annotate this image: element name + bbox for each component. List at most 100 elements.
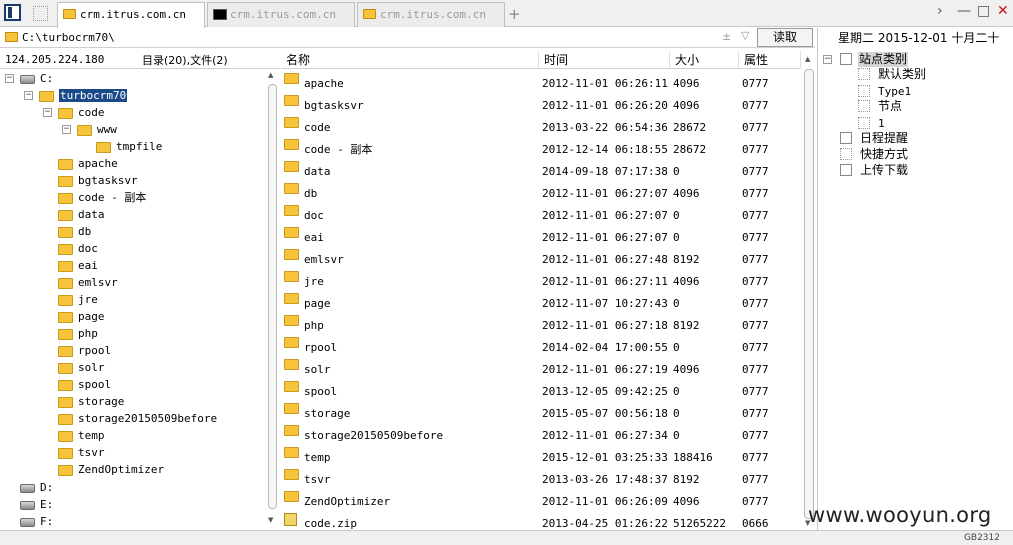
tree-item[interactable]: tsvr bbox=[58, 445, 105, 461]
tree-item[interactable]: emlsvr bbox=[58, 275, 118, 291]
file-row[interactable]: rpool 2014-02-04 17:00:55 0 0777 bbox=[281, 337, 801, 359]
tree-item[interactable]: rpool bbox=[58, 343, 111, 359]
tree-item[interactable]: storage bbox=[58, 394, 124, 410]
folder-icon bbox=[58, 430, 73, 442]
file-name: code - 副本 bbox=[304, 143, 373, 156]
file-row[interactable]: doc 2012-11-01 06:27:07 0 0777 bbox=[281, 205, 801, 227]
tree-label: code bbox=[78, 106, 105, 119]
column-size-header[interactable]: 大小 bbox=[670, 51, 739, 69]
tree-item[interactable]: code - 副本 bbox=[58, 190, 146, 206]
file-row[interactable]: storage 2015-05-07 00:56:18 0 0777 bbox=[281, 403, 801, 425]
folder-icon bbox=[284, 403, 299, 414]
tree-item[interactable]: db bbox=[58, 224, 91, 240]
scroll-thumb[interactable] bbox=[804, 69, 814, 519]
collapse-icon[interactable]: − bbox=[62, 125, 71, 134]
tab-scroll-right-icon[interactable]: › bbox=[937, 3, 943, 19]
column-time-header[interactable]: 时间 bbox=[539, 51, 670, 69]
file-row[interactable]: emlsvr 2012-11-01 06:27:48 8192 0777 bbox=[281, 249, 801, 271]
tree-item[interactable]: ZendOptimizer bbox=[58, 462, 164, 478]
scroll-up-icon[interactable]: ▲ bbox=[268, 71, 273, 79]
file-row[interactable]: jre 2012-11-01 06:27:11 4096 0777 bbox=[281, 271, 801, 293]
folder-icon bbox=[363, 9, 376, 19]
file-row[interactable]: db 2012-11-01 06:27:07 4096 0777 bbox=[281, 183, 801, 205]
file-size: 4096 bbox=[673, 99, 700, 112]
tree-item[interactable]: doc bbox=[58, 241, 98, 257]
file-row[interactable]: code - 副本 2012-12-14 06:18:55 28672 0777 bbox=[281, 139, 801, 161]
path-history-dropdown[interactable]: ▽ bbox=[741, 29, 749, 42]
tree-item[interactable]: eai bbox=[58, 258, 98, 274]
file-row[interactable]: solr 2012-11-01 06:27:19 4096 0777 bbox=[281, 359, 801, 381]
tree-scrollbar[interactable]: ▲ ▼ bbox=[267, 70, 278, 530]
file-row[interactable]: temp 2015-12-01 03:25:33 188416 0777 bbox=[281, 447, 801, 469]
file-time: 2013-04-25 01:26:22 bbox=[542, 517, 668, 530]
collapse-icon[interactable]: − bbox=[823, 55, 832, 64]
folder-icon bbox=[58, 413, 73, 425]
tree-item-tmpfile[interactable]: tmpfile bbox=[96, 139, 162, 155]
collapse-icon[interactable]: − bbox=[5, 74, 14, 83]
file-list-header: 名称 时间 大小 属性 bbox=[281, 49, 801, 69]
folder-icon bbox=[284, 73, 299, 84]
tab-site-terminal[interactable]: crm.itrus.com.cn bbox=[207, 2, 355, 27]
tab-site-files[interactable]: crm.itrus.com.cn bbox=[57, 2, 205, 28]
tree-drive[interactable]: D: bbox=[20, 480, 53, 496]
file-row[interactable]: spool 2013-12-05 09:42:25 0 0777 bbox=[281, 381, 801, 403]
file-size: 8192 bbox=[673, 473, 700, 486]
tab-site-files-2[interactable]: crm.itrus.com.cn bbox=[357, 2, 505, 27]
tree-item[interactable]: bgtasksvr bbox=[58, 173, 138, 189]
list-scrollbar[interactable]: ▲ ▼ bbox=[803, 49, 815, 530]
tab-label: crm.itrus.com.cn bbox=[80, 8, 186, 21]
file-row[interactable]: storage20150509before 2012-11-01 06:27:34… bbox=[281, 425, 801, 447]
file-time: 2012-12-14 06:18:55 bbox=[542, 143, 668, 156]
file-row[interactable]: eai 2012-11-01 06:27:07 0 0777 bbox=[281, 227, 801, 249]
category-icon bbox=[858, 100, 870, 112]
file-row[interactable]: code.zip 2013-04-25 01:26:22 51265222 0666 bbox=[281, 513, 801, 530]
file-name: ZendOptimizer bbox=[304, 495, 391, 508]
tree-drive[interactable]: E: bbox=[20, 497, 53, 513]
file-row[interactable]: php 2012-11-01 06:27:18 8192 0777 bbox=[281, 315, 801, 337]
collapse-icon[interactable]: − bbox=[24, 91, 33, 100]
tree-item[interactable]: page bbox=[58, 309, 105, 325]
favorite-icon[interactable]: ± bbox=[722, 30, 731, 43]
file-row[interactable]: tsvr 2013-03-26 17:48:37 8192 0777 bbox=[281, 469, 801, 491]
scroll-down-icon[interactable]: ▼ bbox=[268, 516, 273, 524]
file-attr: 0777 bbox=[742, 341, 769, 354]
scroll-thumb[interactable] bbox=[268, 84, 277, 509]
tree-item[interactable]: php bbox=[58, 326, 98, 342]
maximize-button[interactable]: □ bbox=[977, 3, 990, 19]
file-row[interactable]: code 2013-03-22 06:54:36 28672 0777 bbox=[281, 117, 801, 139]
folder-icon bbox=[58, 260, 73, 272]
minimize-button[interactable]: — bbox=[957, 3, 971, 19]
file-attr: 0777 bbox=[742, 187, 769, 200]
tree-item[interactable]: jre bbox=[58, 292, 98, 308]
tree-item[interactable]: solr bbox=[58, 360, 105, 376]
column-name-header[interactable]: 名称 bbox=[281, 51, 539, 69]
tree-item[interactable]: storage20150509before bbox=[58, 411, 217, 427]
file-attr: 0777 bbox=[742, 363, 769, 376]
file-row[interactable]: apache 2012-11-01 06:26:11 4096 0777 bbox=[281, 73, 801, 95]
tree-label: 1 bbox=[878, 117, 885, 130]
file-row[interactable]: ZendOptimizer 2012-11-01 06:26:09 4096 0777 bbox=[281, 491, 801, 513]
tree-item[interactable]: apache bbox=[58, 156, 118, 172]
scroll-up-icon[interactable]: ▲ bbox=[805, 55, 810, 63]
collapse-icon[interactable]: − bbox=[43, 108, 52, 117]
tree-item[interactable]: temp bbox=[58, 428, 105, 444]
path-input[interactable]: C:\turbocrm70\ bbox=[22, 31, 115, 44]
tree-label: storage20150509before bbox=[78, 412, 218, 425]
blank-tab-icon[interactable] bbox=[33, 6, 48, 21]
folder-icon bbox=[284, 469, 299, 480]
tree-item[interactable]: spool bbox=[58, 377, 111, 393]
file-row[interactable]: bgtasksvr 2012-11-01 06:26:20 4096 0777 bbox=[281, 95, 801, 117]
drive-icon bbox=[20, 500, 35, 510]
file-row[interactable]: page 2012-11-07 10:27:43 0 0777 bbox=[281, 293, 801, 315]
new-tab-button[interactable]: + bbox=[508, 5, 521, 23]
close-button[interactable]: ✕ bbox=[997, 3, 1009, 19]
file-name: emlsvr bbox=[304, 253, 344, 266]
tree-item[interactable]: data bbox=[58, 207, 105, 223]
file-size: 8192 bbox=[673, 319, 700, 332]
file-row[interactable]: data 2014-09-18 07:17:38 0 0777 bbox=[281, 161, 801, 183]
read-button[interactable]: 读取 bbox=[757, 28, 813, 47]
column-attr-header[interactable]: 属性 bbox=[739, 51, 801, 69]
encoding-label[interactable]: GB2312 bbox=[964, 533, 1000, 543]
file-time: 2012-11-01 06:27:34 bbox=[542, 429, 668, 442]
tree-drive[interactable]: F: bbox=[20, 514, 53, 530]
